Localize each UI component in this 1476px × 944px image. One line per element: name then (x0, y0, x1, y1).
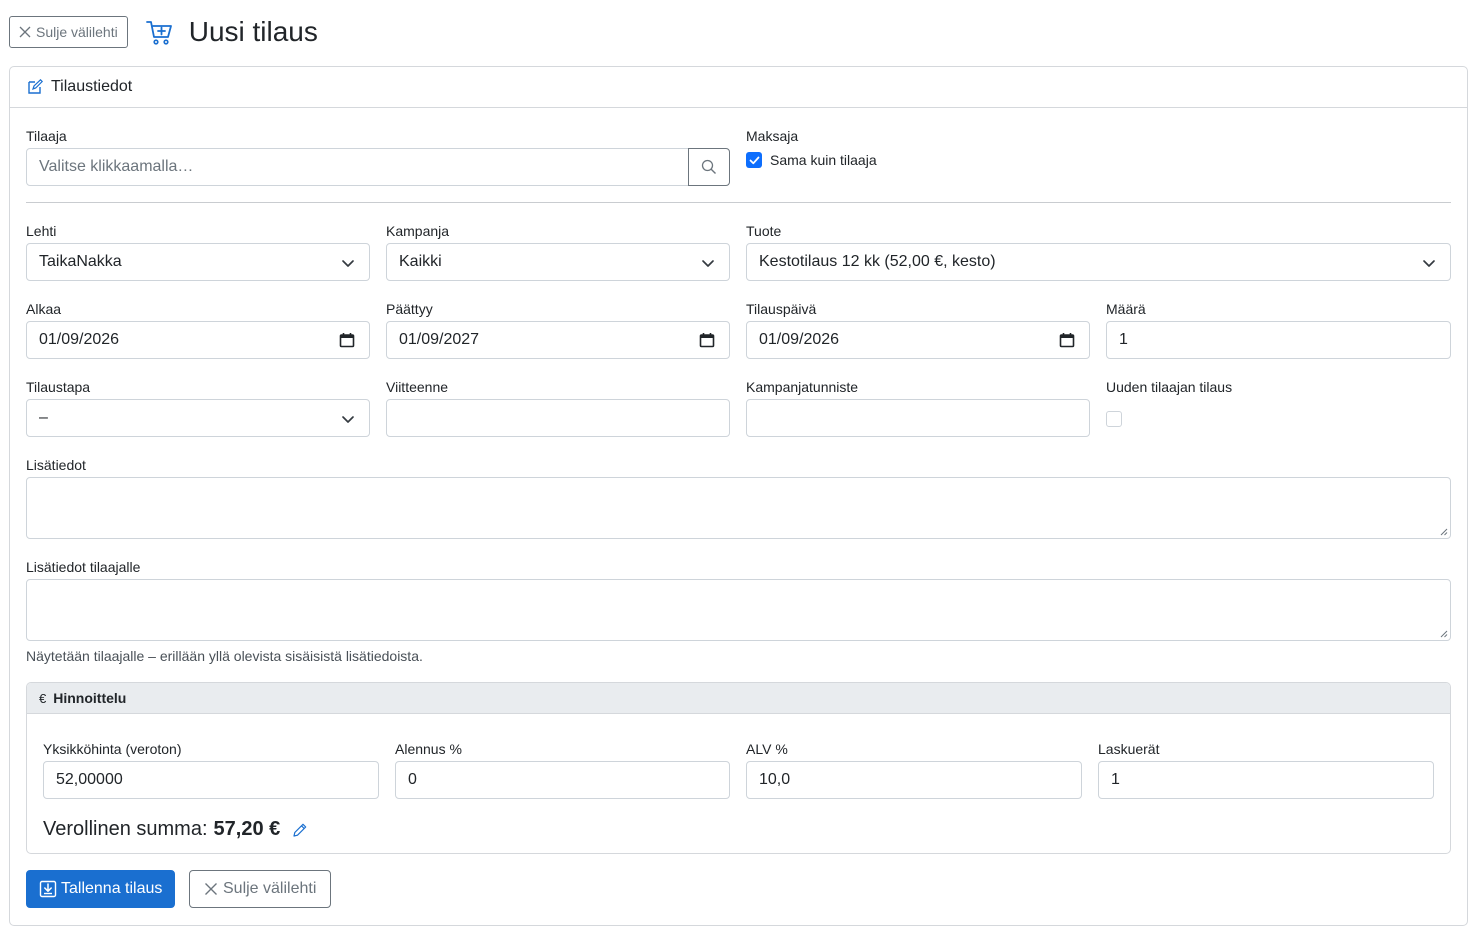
chevron-down-icon (342, 260, 354, 267)
magazine-select[interactable]: TaikaNakka (26, 243, 370, 281)
top-bar: Sulje välilehti Uusi tilaus (9, 16, 318, 48)
magazine-value: TaikaNakka (39, 253, 122, 270)
same-as-orderer-checkbox[interactable] (746, 152, 762, 168)
save-order-label: Tallenna tilaus (61, 880, 163, 897)
chevron-down-icon (702, 260, 714, 267)
vat-input[interactable]: 10,0 (746, 761, 1082, 799)
unit-price-input[interactable]: 52,00000 (43, 761, 379, 799)
installments-label: Laskuerät (1098, 741, 1160, 757)
notes-textarea[interactable] (26, 477, 1451, 539)
order-date-value: 01/09/2026 (759, 331, 840, 348)
campaign-code-label: Kampanjatunniste (746, 379, 859, 395)
product-label: Tuote (746, 223, 782, 239)
close-tab-label-top: Sulje välilehti (36, 24, 118, 40)
payer-label: Maksaja (746, 128, 799, 144)
close-icon (205, 883, 217, 895)
check-icon (749, 156, 759, 164)
campaign-code-input[interactable] (746, 399, 1090, 437)
total-label: Verollinen summa: (43, 818, 208, 840)
resize-grip-icon[interactable] (1440, 630, 1448, 638)
card-title: Tilaustiedot (51, 78, 133, 95)
discount-value: 0 (408, 771, 417, 788)
orderer-label: Tilaaja (26, 128, 67, 144)
product-value: Kestotilaus 12 kk (52,00 €, kesto) (759, 253, 996, 270)
close-tab-button-top[interactable]: Sulje välilehti (9, 16, 128, 48)
end-date-input[interactable]: 01/09/2027 (386, 321, 730, 359)
magazine-label: Lehti (26, 223, 57, 239)
close-tab-button-bottom[interactable]: Sulje välilehti (189, 870, 332, 908)
order-date-input[interactable]: 01/09/2026 (746, 321, 1090, 359)
order-method-value: – (39, 409, 48, 426)
notes-for-orderer-help: Näytetään tilaajalle – erillään yllä ole… (26, 648, 423, 664)
pricing-header: € Hinnoittelu (27, 683, 1450, 714)
chevron-down-icon (1423, 260, 1435, 267)
total-row: Verollinen summa: 57,20 € (43, 818, 308, 841)
resize-grip-icon[interactable] (1440, 528, 1448, 536)
calendar-icon[interactable] (339, 332, 355, 348)
notes-label: Lisätiedot (26, 457, 86, 473)
reference-label: Viitteenne (386, 379, 449, 395)
euro-icon: € (39, 690, 47, 706)
pricing-title: Hinnoittelu (53, 690, 127, 706)
order-method-select[interactable]: – (26, 399, 370, 437)
orderer-placeholder: Valitse klikkaamalla… (39, 158, 194, 175)
same-as-orderer-label: Sama kuin tilaaja (770, 152, 877, 168)
vat-value: 10,0 (759, 771, 791, 788)
cart-plus-icon (145, 18, 173, 46)
same-as-orderer-row: Sama kuin tilaaja (746, 152, 877, 168)
reference-input[interactable] (386, 399, 730, 437)
calendar-icon[interactable] (699, 332, 715, 348)
unit-price-label: Yksikköhinta (veroton) (43, 741, 182, 757)
quantity-input[interactable]: 1 (1106, 321, 1451, 359)
discount-label: Alennus % (395, 741, 462, 757)
order-details-card: Tilaustiedot Tilaaja Valitse klikkaamall… (9, 66, 1468, 926)
close-tab-label-bottom: Sulje välilehti (223, 880, 317, 897)
section-divider (26, 202, 1451, 203)
end-date-value: 01/09/2027 (399, 331, 480, 348)
installments-input[interactable]: 1 (1098, 761, 1434, 799)
campaign-select[interactable]: Kaikki (386, 243, 730, 281)
orderer-search-button[interactable] (688, 148, 730, 186)
notes-for-orderer-label: Lisätiedot tilaajalle (26, 559, 141, 575)
start-label: Alkaa (26, 301, 62, 317)
pencil-icon[interactable] (292, 822, 308, 838)
quantity-label: Määrä (1106, 301, 1146, 317)
campaign-value: Kaikki (399, 253, 442, 270)
total-value: 57,20 € (213, 818, 281, 840)
product-select[interactable]: Kestotilaus 12 kk (52,00 €, kesto) (746, 243, 1451, 281)
end-label: Päättyy (386, 301, 433, 317)
order-method-label: Tilaustapa (26, 379, 91, 395)
card-header: Tilaustiedot (10, 67, 1467, 108)
order-date-label: Tilauspäivä (746, 301, 817, 317)
edit-square-icon (28, 79, 43, 94)
pricing-panel: € Hinnoittelu Yksikköhinta (veroton) 52,… (26, 682, 1451, 854)
chevron-down-icon (342, 416, 354, 423)
notes-for-orderer-textarea[interactable] (26, 579, 1451, 641)
campaign-label: Kampanja (386, 223, 450, 239)
discount-input[interactable]: 0 (395, 761, 730, 799)
quantity-value: 1 (1119, 331, 1128, 348)
save-order-button[interactable]: Tallenna tilaus (26, 870, 176, 908)
new-subscriber-label: Uuden tilaajan tilaus (1106, 379, 1233, 395)
download-save-icon (39, 880, 57, 898)
close-icon (19, 26, 31, 38)
start-date-value: 01/09/2026 (39, 331, 120, 348)
start-date-input[interactable]: 01/09/2026 (26, 321, 370, 359)
orderer-input[interactable]: Valitse klikkaamalla… (26, 148, 690, 186)
calendar-icon[interactable] (1059, 332, 1075, 348)
unit-price-value: 52,00000 (56, 771, 123, 788)
installments-value: 1 (1111, 771, 1120, 788)
page-title: Uusi tilaus (188, 16, 318, 47)
new-subscriber-checkbox[interactable] (1106, 411, 1122, 427)
search-icon (701, 159, 716, 174)
vat-label: ALV % (746, 741, 788, 757)
